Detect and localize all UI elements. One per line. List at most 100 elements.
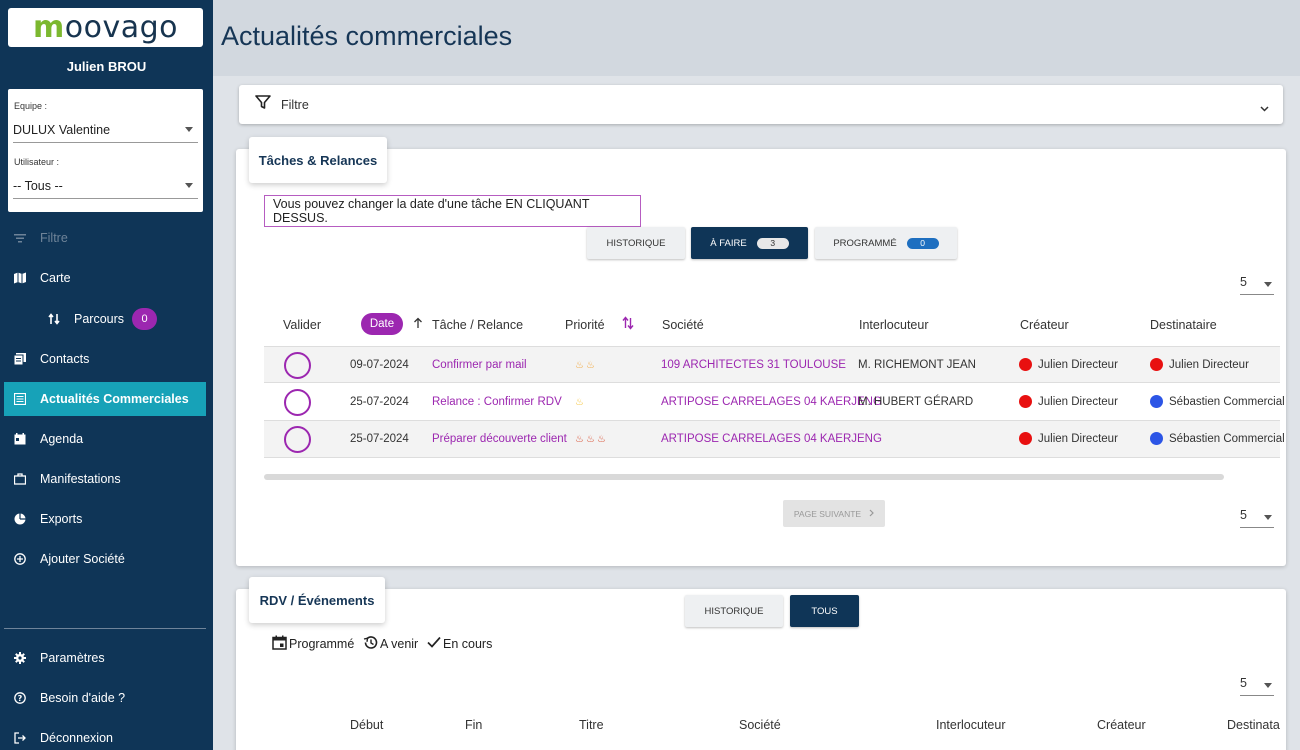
tous-label: TOUS bbox=[811, 605, 838, 617]
table-row[interactable]: 25-07-2024 Préparer découverte client ♨ ♨… bbox=[264, 421, 1285, 458]
task-title[interactable]: Confirmer par mail bbox=[432, 359, 527, 371]
rows-per-page-select[interactable]: 5 bbox=[1240, 275, 1274, 295]
flame-icon: ♨ bbox=[585, 434, 595, 445]
task-contact: M. HUBERT GÉRARD bbox=[858, 396, 974, 408]
add-circle-icon bbox=[13, 552, 27, 566]
validate-circle[interactable] bbox=[284, 352, 311, 379]
validate-circle[interactable] bbox=[284, 389, 311, 416]
sort-swap-icon[interactable] bbox=[622, 316, 634, 333]
sidebar-item-agenda[interactable]: Agenda bbox=[4, 423, 206, 455]
col-interlocuteur: Interlocuteur bbox=[859, 318, 929, 332]
help-icon: ? bbox=[13, 691, 27, 705]
gear-icon bbox=[13, 651, 27, 665]
task-title[interactable]: Relance : Confirmer RDV bbox=[432, 396, 562, 408]
utilisateur-select[interactable]: -- Tous -- bbox=[13, 179, 198, 199]
programme-count-badge: 0 bbox=[906, 237, 939, 249]
filter-lines-icon bbox=[13, 231, 27, 245]
creator-name: Julien Directeur bbox=[1038, 359, 1118, 371]
user-color-dot bbox=[1150, 432, 1163, 445]
table-row[interactable]: 25-07-2024 Relance : Confirmer RDV ♨ ART… bbox=[264, 384, 1285, 421]
user-name: Julien BROU bbox=[66, 59, 147, 74]
sidebar-item-label: Manifestations bbox=[40, 472, 121, 486]
flame-icon: ♨ bbox=[575, 360, 584, 371]
calendar-icon bbox=[13, 432, 27, 446]
sidebar-item-label: Parcours bbox=[74, 312, 125, 326]
caret-down-icon bbox=[1264, 515, 1272, 520]
sidebar-item-label: Ajouter Société bbox=[40, 552, 125, 566]
rows-per-page-value: 5 bbox=[1240, 676, 1247, 690]
task-date[interactable]: 25-07-2024 bbox=[350, 396, 409, 408]
task-company[interactable]: ARTIPOSE CARRELAGES 04 KAERJENG bbox=[661, 396, 882, 408]
col-destinataire: Destinata bbox=[1227, 718, 1280, 732]
sidebar-item-label: Besoin d'aide ? bbox=[40, 691, 126, 705]
legend-label: A venir bbox=[380, 637, 419, 651]
col-createur: Créateur bbox=[1020, 318, 1069, 332]
user-color-dot bbox=[1150, 395, 1163, 408]
caret-down-icon bbox=[185, 183, 193, 188]
col-societe: Société bbox=[662, 318, 704, 332]
col-destinataire: Destinataire bbox=[1150, 318, 1217, 332]
sidebar-item-label: Déconnexion bbox=[40, 731, 113, 745]
events-tous-button[interactable]: TOUS bbox=[790, 595, 859, 627]
priority-flames: ♨ ♨ bbox=[575, 359, 597, 371]
sidebar-item-contacts[interactable]: Contacts bbox=[4, 343, 206, 375]
task-company[interactable]: 109 ARCHITECTES 31 TOULOUSE bbox=[661, 359, 846, 371]
recipient-name: Julien Directeur bbox=[1169, 359, 1249, 371]
moovago-logo[interactable]: m oovago bbox=[8, 8, 203, 47]
rows-per-page-select-bottom[interactable]: 5 bbox=[1240, 508, 1274, 528]
col-date-sort-chip[interactable]: Date bbox=[361, 313, 403, 335]
logo-text: oovago bbox=[64, 10, 178, 45]
sidebar-item-filtre: Filtre bbox=[4, 222, 206, 254]
next-page-label: PAGE SUIVANTE bbox=[793, 508, 862, 519]
sidebar-item-label: Filtre bbox=[40, 231, 68, 245]
sidebar-item-exports[interactable]: Exports bbox=[4, 503, 206, 535]
sidebar-item-label: Exports bbox=[40, 512, 83, 526]
sidebar-item-parametres[interactable]: Paramètres bbox=[4, 642, 206, 674]
task-date[interactable]: 25-07-2024 bbox=[350, 433, 409, 445]
sidebar-item-label: Actualités Commerciales bbox=[40, 392, 189, 406]
programme-label: PROGRAMMÉ bbox=[833, 237, 897, 249]
caret-down-icon bbox=[1264, 683, 1272, 688]
utilisateur-label: Utilisateur : bbox=[14, 157, 60, 167]
validate-circle[interactable] bbox=[284, 426, 311, 453]
sidebar-item-carte[interactable]: Carte bbox=[4, 262, 206, 294]
sidebar-item-ajouter-societe[interactable]: Ajouter Société bbox=[4, 543, 206, 575]
flame-icon: ♨ bbox=[575, 434, 584, 445]
svg-text:?: ? bbox=[18, 694, 23, 703]
sidebar-item-aide[interactable]: ? Besoin d'aide ? bbox=[4, 682, 206, 714]
task-date[interactable]: 09-07-2024 bbox=[350, 359, 409, 371]
next-page-button[interactable]: PAGE SUIVANTE bbox=[783, 500, 885, 527]
sidebar-item-deconnexion[interactable]: Déconnexion bbox=[4, 722, 206, 750]
legend-label: En cours bbox=[443, 636, 493, 651]
task-title[interactable]: Préparer découverte client bbox=[432, 433, 567, 445]
calendar-event-icon bbox=[272, 635, 289, 653]
horizontal-scrollbar[interactable] bbox=[264, 474, 1224, 480]
rows-per-page-value: 5 bbox=[1240, 508, 1247, 522]
filter-bar[interactable]: Filtre bbox=[239, 85, 1283, 124]
tasks-programme-button[interactable]: PROGRAMMÉ 0 bbox=[815, 227, 957, 259]
col-societe: Société bbox=[739, 718, 781, 732]
task-creator: Julien Directeur bbox=[1019, 395, 1118, 408]
flame-icon: ♨ bbox=[585, 360, 595, 371]
user-color-dot bbox=[1019, 432, 1032, 445]
col-debut: Début bbox=[350, 718, 384, 732]
tasks-a-faire-button[interactable]: À FAIRE 3 bbox=[691, 227, 808, 259]
events-rows-per-page-select[interactable]: 5 bbox=[1240, 676, 1274, 696]
equipe-select[interactable]: DULUX Valentine bbox=[13, 123, 198, 143]
tasks-historique-button[interactable]: HISTORIQUE bbox=[587, 227, 685, 259]
historique-label: HISTORIQUE bbox=[606, 237, 666, 249]
news-icon bbox=[13, 392, 27, 406]
recipient-name: Sébastien Commercial bbox=[1169, 433, 1285, 445]
a-faire-label: À FAIRE bbox=[710, 237, 747, 249]
sidebar-item-parcours[interactable]: Parcours 0 bbox=[4, 303, 206, 335]
sidebar-item-actualites[interactable]: Actualités Commerciales bbox=[4, 382, 206, 416]
task-creator: Julien Directeur bbox=[1019, 432, 1118, 445]
logout-icon bbox=[13, 731, 27, 745]
events-historique-button[interactable]: HISTORIQUE bbox=[685, 595, 783, 627]
table-row[interactable]: 09-07-2024 Confirmer par mail ♨ ♨ 109 ARC… bbox=[264, 346, 1280, 383]
sidebar-item-manifestations[interactable]: Manifestations bbox=[4, 463, 206, 495]
a-faire-count-badge: 3 bbox=[756, 237, 789, 249]
arrow-up-icon[interactable] bbox=[413, 317, 423, 332]
legend-en-cours: En cours bbox=[427, 635, 492, 652]
task-company[interactable]: ARTIPOSE CARRELAGES 04 KAERJENG bbox=[661, 433, 882, 445]
